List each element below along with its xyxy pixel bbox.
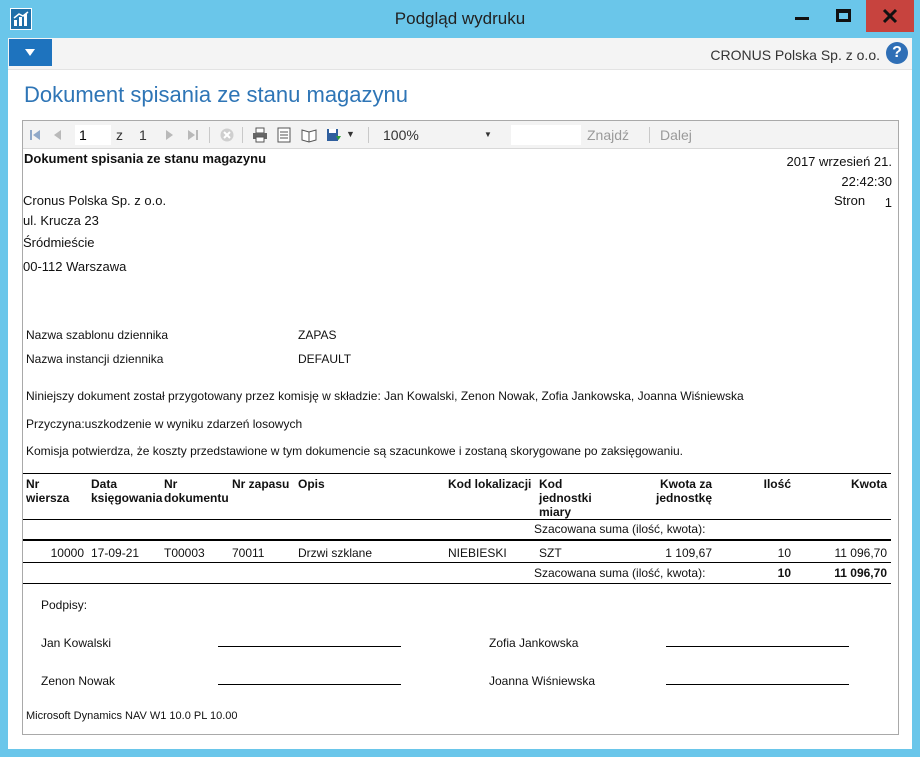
toolbar-separator [649,127,650,143]
row-unit-amount: 1 109,67 [665,546,712,560]
close-button[interactable] [866,0,914,32]
toolbar-separator [368,127,369,143]
column-header-quantity: Ilość [763,477,791,491]
journal-batch-value: DEFAULT [298,352,352,366]
committee-paragraph: Niniejszy dokument został przygotowany p… [26,389,744,403]
row-uom: SZT [539,546,562,560]
report-time: 22:42:30 [841,174,892,189]
column-header-item-no: Nr zapasu [232,477,290,491]
row-posting-date: 17-09-21 [91,546,140,560]
minimize-icon [795,17,809,20]
chevron-down-icon [25,49,35,56]
company-address-line: Śródmieście [23,235,95,250]
total-label: Szacowana suma (ilość, kwota): [534,566,706,580]
company-address-line: Cronus Polska Sp. z o.o. [23,193,167,208]
report-toolbar: z 1 ▼ [23,121,898,149]
column-header-line-no: Nr wiersza [26,477,70,505]
minimize-button[interactable] [780,0,824,32]
pages-value: 1 [884,195,892,210]
row-item-no: 70011 [232,546,265,560]
company-address-line: ul. Krucza 23 [23,213,99,228]
find-next-link[interactable]: Dalej [660,127,692,143]
page-number-input[interactable] [75,125,111,145]
title-bar: Podgląd wydruku [0,0,920,38]
table-group-rule [23,539,891,541]
page-setup-icon[interactable] [301,127,317,143]
table-row-rule [23,562,891,563]
row-line-no: 10000 [50,546,84,560]
company-address-line: 00-112 Warszawa [23,259,127,274]
last-page-icon[interactable] [185,127,201,143]
signature-line [218,646,401,647]
maximize-icon [836,9,851,22]
total-amount: 11 096,70 [834,566,887,580]
signature-name: Jan Kowalski [41,636,112,650]
close-icon [882,8,898,24]
table-bottom-rule [23,583,891,584]
toolbar-separator [242,127,243,143]
column-header-unit-amount: Kwota za jednostkę [655,477,712,505]
first-page-icon[interactable] [27,127,43,143]
signature-line [218,684,401,685]
confirmation-paragraph: Komisja potwierdza, że koszty przedstawi… [26,444,683,458]
toolbar-separator [209,127,210,143]
column-header-location: Kod lokalizacji [448,477,532,491]
signature-line [666,646,849,647]
signature-line [666,684,849,685]
page-total: 1 [139,127,147,143]
report-title: Dokument spisania ze stanu magazynu [24,151,267,166]
table-header-rule [23,519,891,520]
page-title: Dokument spisania ze stanu magazynu [24,82,408,107]
report-viewer: z 1 ▼ [22,120,899,735]
column-header-amount: Kwota [851,477,887,491]
journal-template-label: Nazwa szablonu dziennika [26,328,169,342]
export-dropdown-arrow[interactable]: ▼ [346,129,355,139]
reason-paragraph: Przyczyna:uszkodzenie w wyniku zdarzeń l… [26,417,303,431]
ribbon-bar: CRONUS Polska Sp. z o.o. ? [8,38,912,70]
maximize-button[interactable] [822,0,866,32]
estimated-sum-label: Szacowana suma (ilość, kwota): [534,522,706,536]
signature-name: Zenon Nowak [41,674,116,688]
page-of-label: z [116,127,123,143]
help-icon[interactable]: ? [886,42,908,64]
column-header-document-no: Nr dokumentu [164,477,229,505]
window-client: CRONUS Polska Sp. z o.o. ? Dokument spis… [8,38,912,749]
row-description: Drzwi szklane [298,546,373,560]
find-link[interactable]: Znajdź [587,127,629,143]
next-page-icon[interactable] [161,127,177,143]
previous-page-icon[interactable] [50,127,66,143]
stop-icon[interactable] [219,127,235,143]
company-name: CRONUS Polska Sp. z o.o. [710,47,880,63]
print-icon[interactable] [252,127,268,143]
journal-batch-label: Nazwa instancji dziennika [26,352,164,366]
signature-name: Zofia Jankowska [489,636,579,650]
table-top-rule [23,473,891,474]
pages-label: Stron [834,193,866,208]
export-icon[interactable] [326,127,342,143]
zoom-select[interactable]: 100% [383,127,419,143]
report-footer: Microsoft Dynamics NAV W1 10.0 PL 10.00 [26,710,238,722]
zoom-dropdown-arrow[interactable]: ▼ [484,130,492,139]
find-text-input[interactable] [511,125,581,145]
application-menu-button[interactable] [9,39,52,66]
row-quantity: 10 [777,546,791,560]
total-quantity: 10 [777,566,791,580]
row-document-no: T00003 [164,546,205,560]
report-date: 2017 wrzesień 21. [786,154,892,169]
row-location: NIEBIESKI [448,546,507,560]
column-header-posting-date: Data księgowania [91,477,163,505]
print-layout-icon[interactable] [276,127,292,143]
journal-template-value: ZAPAS [298,328,337,342]
signatures-label: Podpisy: [41,598,88,612]
column-header-description: Opis [298,477,325,491]
row-amount: 11 096,70 [834,546,888,560]
column-header-uom: Kod jednostki miary [539,477,592,519]
report-page: Dokument spisania ze stanu magazynu 2017… [23,150,898,734]
signature-name: Joanna Wiśniewska [489,674,596,688]
